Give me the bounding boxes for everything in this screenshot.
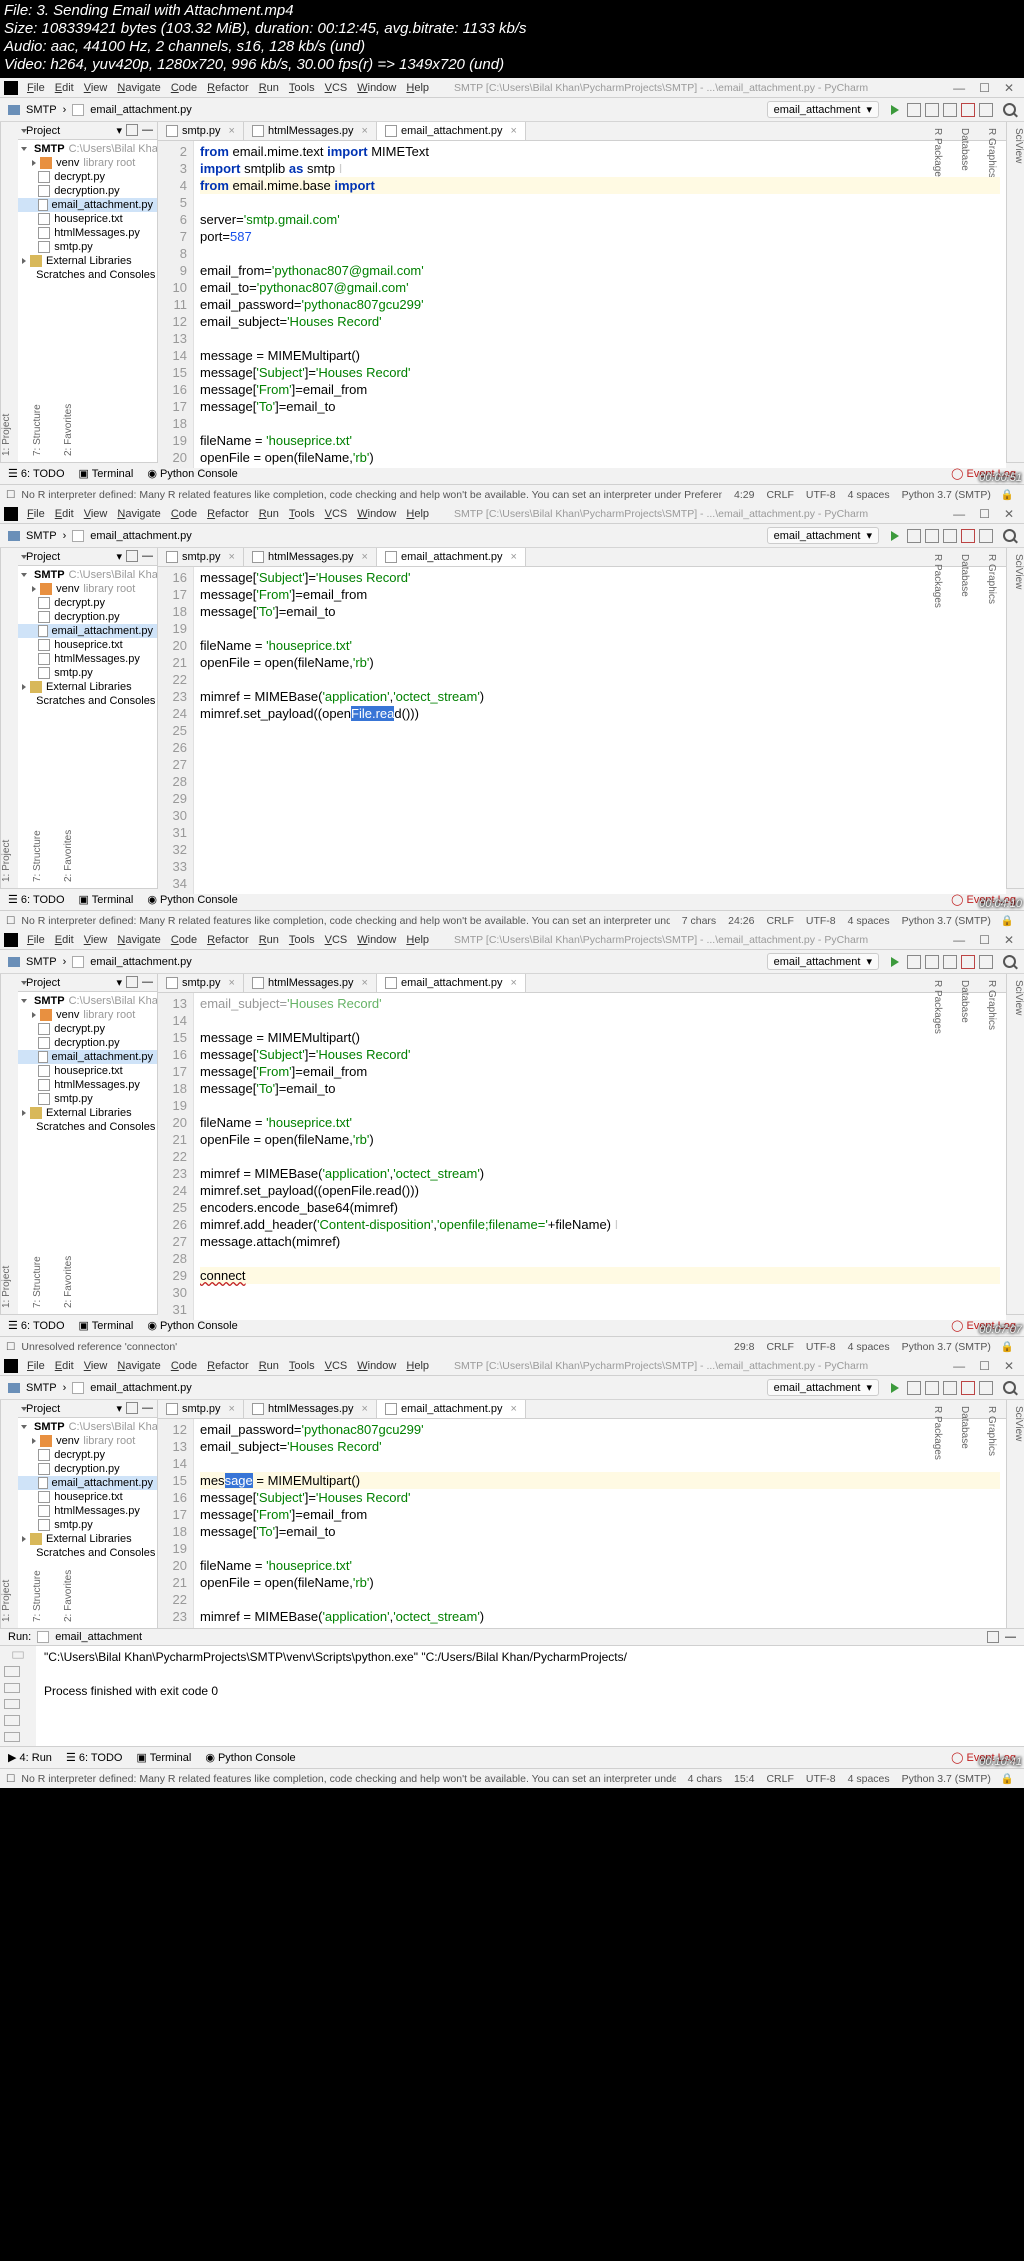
app-icon (4, 507, 18, 521)
search-icon[interactable] (1003, 103, 1016, 116)
window-titlebar: FileEditViewNavigateCodeRefactorRunTools… (0, 504, 1024, 524)
breadcrumb[interactable]: SMTP›email_attachment.py (0, 530, 192, 542)
code-editor[interactable]: 16171819202122232425262728293031323334 m… (158, 567, 1006, 894)
window-controls[interactable]: —☐✕ (943, 81, 1024, 95)
left-tool-strip[interactable]: 1: Project7: Structure2: Favorites (0, 122, 18, 462)
window-title: SMTP [C:\Users\Bilal Khan\PycharmProject… (454, 508, 943, 520)
status-bar: ☐No R interpreter defined: Many R relate… (0, 484, 1024, 504)
frame-2: FileEditViewNavigateCodeRefactorRunTools… (0, 504, 1024, 930)
menu-bar[interactable]: FileEditViewNavigateCodeRefactorRunTools… (22, 1360, 434, 1372)
editor-tabs[interactable]: smtp.py×htmlMessages.py×email_attachment… (158, 122, 1006, 141)
right-tool-strip[interactable]: SciViewR GraphicsDatabaseR Packages (1006, 122, 1024, 462)
coverage-button[interactable] (925, 103, 939, 117)
window-controls[interactable]: —☐✕ (943, 507, 1024, 521)
video-timestamp: 00:00:51 (979, 472, 1022, 484)
debug-button[interactable] (907, 103, 921, 117)
frame-4: FileEditViewNavigateCodeRefactorRunTools… (0, 1356, 1024, 1788)
breadcrumb[interactable]: SMTP›email_attachment.py (0, 104, 192, 116)
gear-icon[interactable] (126, 124, 138, 136)
vcs-button[interactable] (979, 103, 993, 117)
run-config-selector[interactable]: email_attachment▾ (767, 101, 879, 118)
gear-icon[interactable] (987, 1631, 999, 1643)
menu-bar[interactable]: FileEditViewNavigateCodeRefactorRunTools… (22, 82, 434, 94)
run-config-selector[interactable]: email_attachment▾ (767, 527, 879, 544)
profile-button[interactable] (943, 103, 957, 117)
toolbar: SMTP›email_attachment.py email_attachmen… (0, 98, 1024, 122)
run-output[interactable]: "C:\Users\Bilal Khan\PycharmProjects\SMT… (36, 1646, 1024, 1746)
py-file-icon (72, 104, 84, 116)
frame-1: FileEditViewNavigateCodeRefactorRunTools… (0, 78, 1024, 504)
window-title: SMTP [C:\Users\Bilal Khan\PycharmProject… (454, 82, 943, 94)
menu-bar[interactable]: FileEditViewNavigateCodeRefactorRunTools… (22, 508, 434, 520)
video-metadata: File: 3. Sending Email with Attachment.m… (0, 0, 1024, 78)
code-editor[interactable]: 121314151617181920212223 email_password=… (158, 1419, 1006, 1628)
code-editor[interactable]: 13141516171819202122232425262728293031 e… (158, 993, 1006, 1320)
code-editor[interactable]: 234567891011121314151617181920 from emai… (158, 141, 1006, 468)
editor-tabs[interactable]: smtp.py×htmlMessages.py×email_attachment… (158, 548, 1006, 567)
folder-icon (8, 105, 20, 115)
menu-bar[interactable]: FileEditViewNavigateCodeRefactorRunTools… (22, 934, 434, 946)
app-icon (4, 81, 18, 95)
search-icon[interactable] (1003, 529, 1016, 542)
frame-3: FileEditViewNavigateCodeRefactorRunTools… (0, 930, 1024, 1356)
run-tool-window[interactable]: Run:email_attachment— "C:\Users\Bilal Kh… (0, 1628, 1024, 1746)
run-button[interactable] (891, 531, 899, 541)
stop-button[interactable] (961, 103, 975, 117)
window-titlebar: FileEditViewNavigateCodeRefactorRunTools… (0, 78, 1024, 98)
run-button[interactable] (891, 105, 899, 115)
run-side-toolbar[interactable] (0, 1646, 36, 1746)
